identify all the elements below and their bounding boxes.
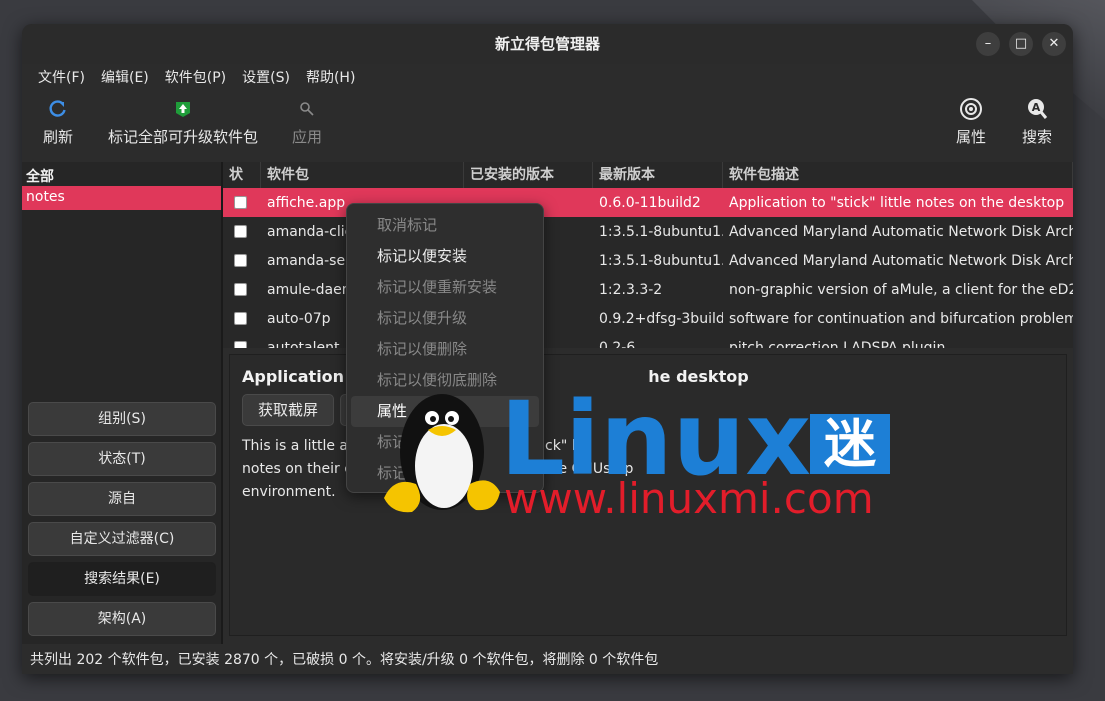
mark-all-upgrades-button[interactable]: 标记全部可升级软件包 [106, 96, 260, 147]
watermark-url: www.linuxmi.com [504, 474, 874, 523]
row-latest-version: 1:2.3.3-2 [599, 281, 663, 298]
row-latest-version: 0.2-6 [599, 339, 636, 349]
synaptic-window: 新立得包管理器 – □ ✕ 文件(F) 编辑(E) 软件包(P) 设置(S) 帮… [22, 24, 1073, 674]
minimize-button[interactable]: – [976, 32, 1000, 56]
origin-button[interactable]: 源自 [28, 482, 216, 516]
mark-all-upgrades-label: 标记全部可升级软件包 [107, 128, 258, 146]
row-checkbox-cell [223, 225, 261, 238]
context-menu-item[interactable]: 标记以便删除 [347, 334, 543, 365]
apply-icon [284, 96, 330, 122]
search-icon: A [1014, 96, 1060, 122]
row-description: software for continuation and bifurcatio… [729, 310, 1073, 327]
menu-help[interactable]: 帮助(H) [298, 64, 363, 92]
search-label: 搜索 [1021, 128, 1052, 146]
context-menu-item[interactable]: 标记以便重新安装 [347, 272, 543, 303]
row-description: pitch correction LADSPA plugin [729, 339, 946, 349]
apply-button[interactable]: 应用 [284, 96, 330, 147]
row-latest-version: 1:3.5.1-8ubuntu1.3 [599, 223, 723, 240]
context-menu-item[interactable]: 取消标记 [347, 210, 543, 241]
row-checkbox-cell [223, 283, 261, 296]
properties-button[interactable]: 属性 [948, 96, 994, 147]
status-button[interactable]: 状态(T) [28, 442, 216, 476]
toolbar: 刷新 标记全部可升级软件包 应用 属性 A 搜索 [22, 92, 1073, 154]
row-description: Application to "stick" little notes on t… [729, 194, 1065, 211]
filter-sidebar: 全部 notes 组别(S) 状态(T) 源自 自定义过滤器(C) 搜索结果(E… [22, 162, 221, 644]
row-description: Advanced Maryland Automatic Network Disk… [729, 223, 1073, 240]
row-description: non-graphic version of aMule, a client f… [729, 281, 1073, 298]
reload-label: 刷新 [42, 128, 73, 146]
row-latest-version: 0.6.0-11build2 [599, 194, 701, 211]
install-checkbox[interactable] [234, 341, 247, 348]
groups-button[interactable]: 组别(S) [28, 402, 216, 436]
get-screenshot-button[interactable]: 获取截屏 [242, 394, 334, 426]
upgrade-arrow-icon [106, 96, 260, 122]
properties-icon [948, 96, 994, 122]
menu-settings[interactable]: 设置(S) [234, 64, 298, 92]
row-checkbox-cell [223, 312, 261, 325]
row-latest-version: 0.9.2+dfsg-3build2 [599, 310, 723, 327]
install-checkbox[interactable] [234, 225, 247, 238]
details-title-right: he desktop [648, 367, 749, 386]
apply-label: 应用 [291, 128, 322, 146]
maximize-button[interactable]: □ [1009, 32, 1033, 56]
row-checkbox-cell [223, 254, 261, 267]
row-checkbox-cell [223, 196, 261, 209]
context-menu: 取消标记 标记以便安装 标记以便重新安装 标记以便升级 标记以便删除 标记以便彻底删除 属性… [346, 203, 544, 493]
search-results-button[interactable]: 搜索结果(E) [28, 562, 216, 596]
properties-label: 属性 [955, 128, 986, 146]
column-installed-version[interactable]: 已安装的版本 [464, 162, 593, 188]
install-checkbox[interactable] [234, 196, 247, 209]
install-checkbox[interactable] [234, 254, 247, 267]
menu-edit[interactable]: 编辑(E) [93, 64, 157, 92]
architecture-button[interactable]: 架构(A) [28, 602, 216, 636]
window-title: 新立得包管理器 [494, 35, 600, 53]
install-checkbox[interactable] [234, 283, 247, 296]
context-menu-item[interactable]: 标记以便升级 [347, 303, 543, 334]
install-checkbox[interactable] [234, 312, 247, 325]
column-status[interactable]: 状 [223, 162, 261, 188]
custom-filters-button[interactable]: 自定义过滤器(C) [28, 522, 216, 556]
reload-icon [32, 96, 84, 122]
titlebar: 新立得包管理器 – □ ✕ [22, 24, 1073, 64]
menu-package[interactable]: 软件包(P) [157, 64, 234, 92]
column-latest-version[interactable]: 最新版本 [593, 162, 723, 188]
sidebar-header: 全部 [26, 169, 54, 185]
svg-text:A: A [1032, 101, 1041, 114]
search-button[interactable]: A 搜索 [1014, 96, 1060, 147]
table-header: 状 软件包 已安装的版本 最新版本 软件包描述 [223, 162, 1073, 188]
row-checkbox-cell [223, 341, 261, 348]
menu-file[interactable]: 文件(F) [30, 64, 93, 92]
column-description[interactable]: 软件包描述 [723, 162, 1073, 188]
details-title-left: Application t [242, 367, 358, 386]
context-menu-item[interactable]: 标记推荐安装 [347, 427, 543, 458]
status-bar: 共列出 202 个软件包，已安装 2870 个，已破损 0 个。将安装/升级 0… [30, 652, 659, 668]
context-menu-item[interactable]: 标记以便安装 [347, 241, 543, 272]
context-menu-item[interactable]: 标记以便彻底删除 [347, 365, 543, 396]
column-package[interactable]: 软件包 [261, 162, 464, 188]
row-description: Advanced Maryland Automatic Network Disk… [729, 252, 1073, 269]
row-latest-version: 1:3.5.1-8ubuntu1.3 [599, 252, 723, 269]
context-menu-item[interactable]: 属性 [351, 396, 539, 427]
menubar: 文件(F) 编辑(E) 软件包(P) 设置(S) 帮助(H) [22, 64, 1073, 92]
sidebar-item-notes[interactable]: notes [22, 186, 221, 210]
reload-button[interactable]: 刷新 [32, 96, 84, 147]
close-button[interactable]: ✕ [1042, 32, 1066, 56]
